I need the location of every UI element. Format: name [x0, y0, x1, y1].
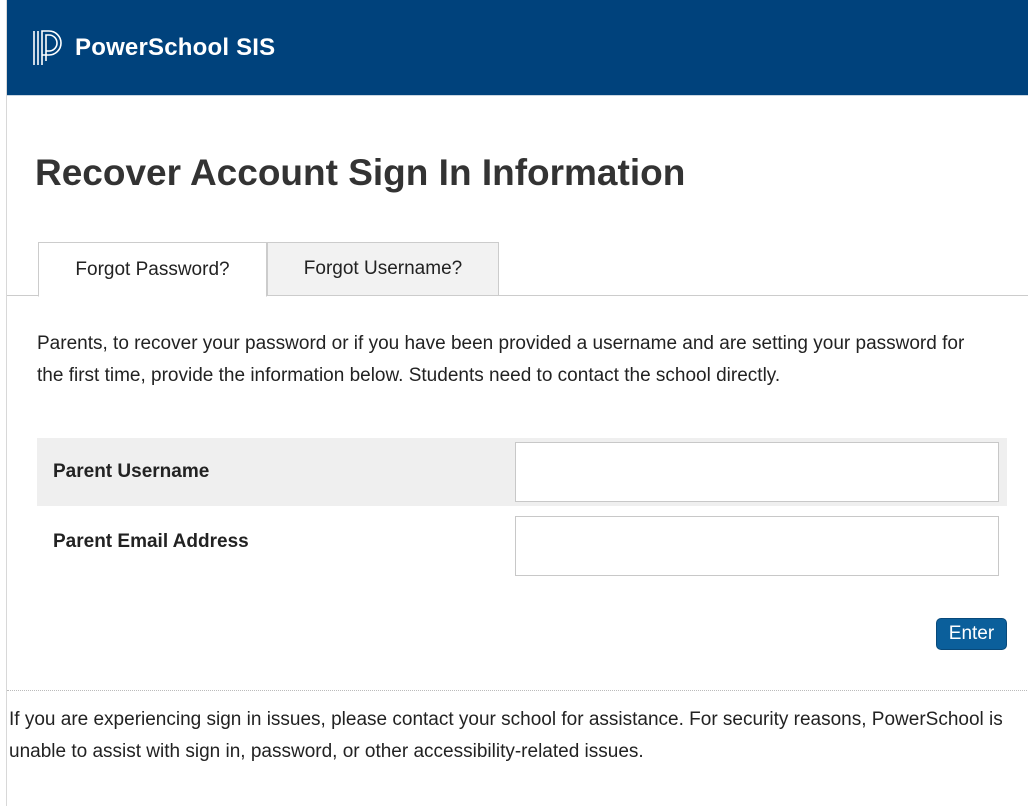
powerschool-logo-icon	[31, 28, 65, 68]
parent-username-label: Parent Username	[53, 461, 210, 482]
support-notice: If you are experiencing sign in issues, …	[9, 709, 1003, 762]
parent-username-row: Parent Username	[37, 438, 1007, 506]
section-divider	[7, 690, 1028, 691]
enter-button[interactable]: Enter	[936, 618, 1007, 650]
app-logo-text: PowerSchool SIS	[75, 33, 276, 61]
recovery-tabs: Forgot Password? Forgot Username?	[7, 242, 1028, 297]
tab-forgot-username[interactable]: Forgot Username?	[267, 242, 499, 296]
parent-email-label: Parent Email Address	[53, 531, 249, 552]
app-header: PowerSchool SIS	[7, 0, 1028, 96]
parent-username-input[interactable]	[515, 442, 999, 502]
page-title: Recover Account Sign In Information	[35, 152, 686, 193]
parent-email-row: Parent Email Address	[37, 508, 1007, 576]
instructions-text: Parents, to recover your password or if …	[37, 333, 965, 386]
parent-email-input[interactable]	[515, 516, 999, 576]
tab-forgot-password[interactable]: Forgot Password?	[38, 242, 267, 297]
page-container: PowerSchool SIS Recover Account Sign In …	[6, 0, 1028, 806]
